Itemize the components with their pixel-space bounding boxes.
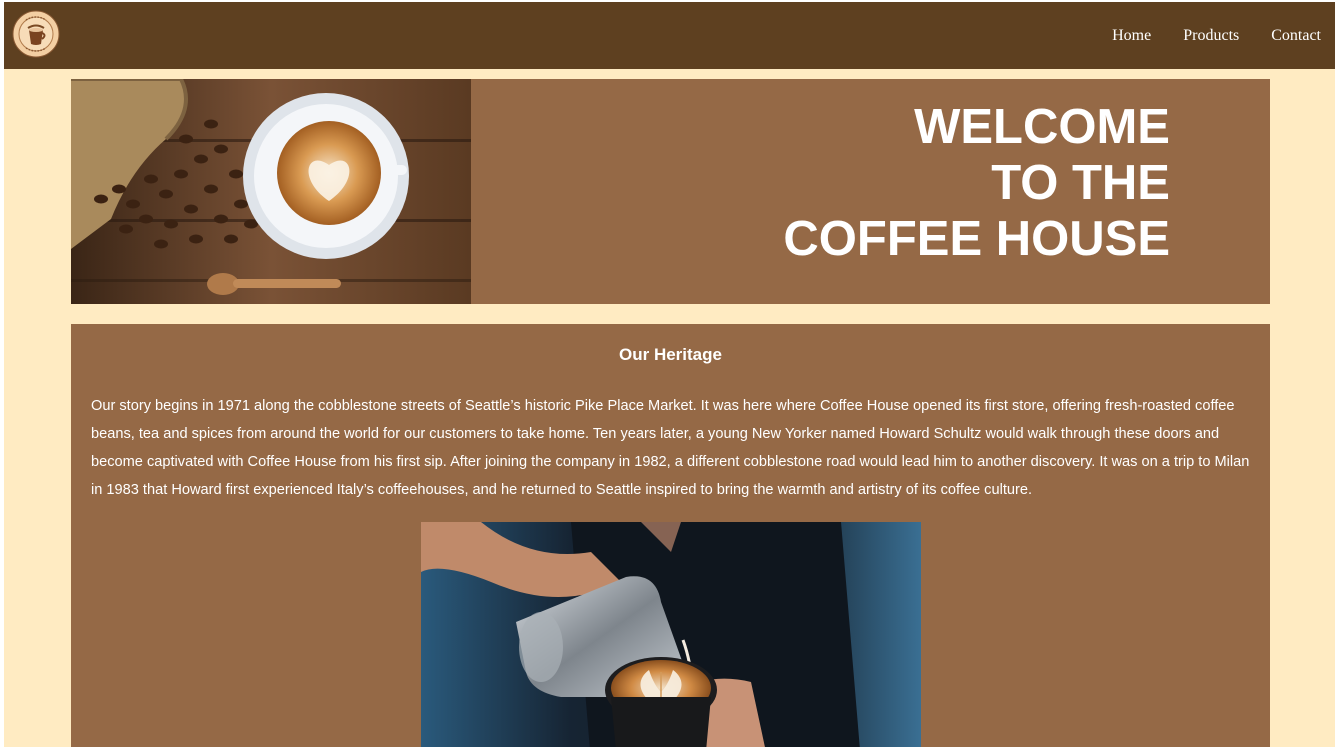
nav-products-link[interactable]: Products bbox=[1183, 27, 1239, 45]
nav-home-link[interactable]: Home bbox=[1112, 27, 1151, 45]
coffee-beans-logo[interactable] bbox=[12, 10, 60, 58]
heritage-title: Our Heritage bbox=[619, 345, 722, 364]
heritage-section: Our Heritage Our story begins in 1971 al… bbox=[71, 324, 1270, 747]
nav-contact-link[interactable]: Contact bbox=[1271, 27, 1321, 45]
hero-banner: WELCOME TO THE COFFEE HOUSE bbox=[71, 79, 1270, 304]
heritage-text: Our story begins in 1971 along the cobbl… bbox=[91, 398, 1250, 498]
latte-and-beans-image bbox=[71, 79, 471, 304]
navbar: Home Products Contact bbox=[4, 2, 1335, 69]
hero-title: WELCOME TO THE COFFEE HOUSE bbox=[783, 99, 1170, 267]
page: Home Products Contact WELCOME TO THE COF… bbox=[4, 2, 1335, 747]
hero-title-line: WELCOME bbox=[914, 100, 1170, 154]
main-nav: Home Products Contact bbox=[1112, 2, 1321, 69]
latte-art-pour-image bbox=[421, 522, 921, 747]
hero-title-line: COFFEE HOUSE bbox=[783, 212, 1170, 266]
hero-title-line: TO THE bbox=[991, 156, 1170, 210]
coffee-cup-logo-icon bbox=[12, 10, 60, 58]
